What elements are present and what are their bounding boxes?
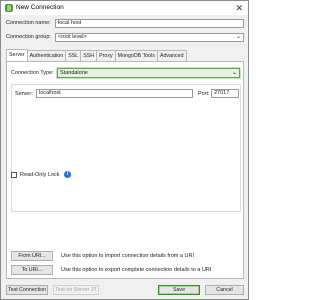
- connection-type-label: Connection Type:: [11, 70, 54, 76]
- connection-group-label: Connection group:: [6, 34, 51, 40]
- connection-group-select[interactable]: <root level> ⌄: [55, 33, 244, 42]
- tab-ssh[interactable]: SSH: [80, 50, 98, 61]
- from-uri-description: Use this option to import connection det…: [61, 253, 194, 259]
- connection-name-field[interactable]: local host: [55, 19, 244, 28]
- app-icon: [5, 4, 13, 12]
- tab-bar: Server Authentication SSL SSH Proxy Mong…: [6, 49, 187, 61]
- connection-group-value: <root level>: [58, 34, 87, 40]
- test-on-server-button[interactable]: Test on Server 3T: [53, 285, 99, 295]
- tab-mongodb-tools[interactable]: MongoDB Tools: [114, 50, 158, 61]
- connection-name-label: Connection name:: [6, 20, 51, 26]
- save-button[interactable]: Save: [158, 285, 200, 295]
- info-icon[interactable]: i: [64, 171, 71, 178]
- connection-type-select[interactable]: Standalone ⌄: [57, 68, 240, 78]
- connection-type-value: Standalone: [60, 70, 88, 76]
- test-connection-button[interactable]: Test Connection: [6, 285, 48, 295]
- window-title: New Connection: [16, 4, 64, 11]
- to-uri-description: Use this option to export complete conne…: [61, 267, 212, 273]
- chevron-down-icon: ⌄: [235, 34, 241, 40]
- tab-advanced[interactable]: Advanced: [156, 50, 187, 61]
- to-uri-button[interactable]: To URI...: [11, 265, 53, 275]
- read-only-lock-checkbox[interactable]: [11, 172, 17, 178]
- port-label: Port:: [198, 91, 210, 97]
- server-tab-panel: Connection Type: Standalone ⌄ Server: lo…: [6, 61, 244, 279]
- close-icon[interactable]: ✕: [235, 2, 243, 14]
- tab-authentication[interactable]: Authentication: [26, 50, 67, 61]
- tab-ssl[interactable]: SSL: [65, 50, 82, 61]
- title-bar: New Connection ✕: [1, 1, 248, 15]
- cancel-button[interactable]: Cancel: [205, 285, 244, 295]
- from-uri-button[interactable]: From URI...: [11, 251, 53, 261]
- new-connection-dialog: New Connection ✕ Connection name: local …: [0, 0, 249, 300]
- read-only-lock-label: Read-Only Lock: [20, 172, 60, 178]
- port-field[interactable]: 27017: [211, 89, 239, 98]
- server-field[interactable]: localhost: [36, 89, 193, 98]
- chevron-down-icon: ⌄: [231, 70, 237, 76]
- server-label: Server:: [15, 91, 33, 97]
- server-group-box: Server: localhost Port: 27017: [11, 84, 241, 212]
- tab-server[interactable]: Server: [6, 49, 28, 61]
- tab-proxy[interactable]: Proxy: [96, 50, 116, 61]
